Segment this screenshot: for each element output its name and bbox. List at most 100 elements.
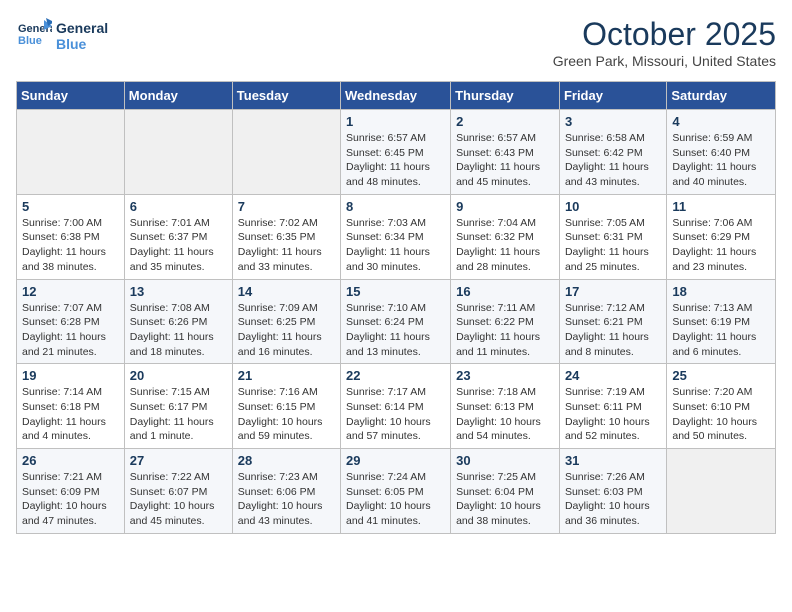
- day-info: Sunrise: 7:09 AM Sunset: 6:25 PM Dayligh…: [238, 301, 335, 360]
- day-info: Sunrise: 7:23 AM Sunset: 6:06 PM Dayligh…: [238, 470, 335, 529]
- day-info: Sunrise: 6:59 AM Sunset: 6:40 PM Dayligh…: [672, 131, 770, 190]
- day-cell: 24 Sunrise: 7:19 AM Sunset: 6:11 PM Dayli…: [559, 364, 666, 449]
- day-info: Sunrise: 7:25 AM Sunset: 6:04 PM Dayligh…: [456, 470, 554, 529]
- day-number: 30: [456, 453, 554, 468]
- day-cell: 17Sunrise: 7:12 AM Sunset: 6:21 PM Dayli…: [559, 279, 666, 364]
- day-number: 18: [672, 284, 770, 299]
- day-info: Sunrise: 7:03 AM Sunset: 6:34 PM Dayligh…: [346, 216, 445, 275]
- day-info: Sunrise: 7:17 AM Sunset: 6:14 PM Dayligh…: [346, 385, 445, 444]
- day-info: Sunrise: 7:26 AM Sunset: 6:03 PM Dayligh…: [565, 470, 661, 529]
- weekday-header-thursday: Thursday: [451, 82, 560, 110]
- day-number: 25: [672, 368, 770, 383]
- day-number: 24: [565, 368, 661, 383]
- day-cell: [232, 110, 340, 195]
- day-info: Sunrise: 7:02 AM Sunset: 6:35 PM Dayligh…: [238, 216, 335, 275]
- week-row-1: 1 Sunrise: 6:57 AM Sunset: 6:45 PM Daylig…: [17, 110, 776, 195]
- title-block: October 2025 Green Park, Missouri, Unite…: [553, 16, 776, 69]
- calendar-table: SundayMondayTuesdayWednesdayThursdayFrid…: [16, 81, 776, 534]
- week-row-5: 26Sunrise: 7:21 AM Sunset: 6:09 PM Dayli…: [17, 449, 776, 534]
- day-info: Sunrise: 7:14 AM Sunset: 6:18 PM Dayligh…: [22, 385, 119, 444]
- day-cell: [17, 110, 125, 195]
- day-cell: 13 Sunrise: 7:08 AM Sunset: 6:26 PM Dayli…: [124, 279, 232, 364]
- day-info: Sunrise: 7:24 AM Sunset: 6:05 PM Dayligh…: [346, 470, 445, 529]
- day-cell: 18Sunrise: 7:13 AM Sunset: 6:19 PM Dayli…: [667, 279, 776, 364]
- day-number: 27: [130, 453, 227, 468]
- day-cell: 7 Sunrise: 7:02 AM Sunset: 6:35 PM Daylig…: [232, 194, 340, 279]
- day-cell: 30 Sunrise: 7:25 AM Sunset: 6:04 PM Dayli…: [451, 449, 560, 534]
- day-number: 2: [456, 114, 554, 129]
- day-info: Sunrise: 7:07 AM Sunset: 6:28 PM Dayligh…: [22, 301, 119, 360]
- day-cell: 6Sunrise: 7:01 AM Sunset: 6:37 PM Daylig…: [124, 194, 232, 279]
- day-cell: 29 Sunrise: 7:24 AM Sunset: 6:05 PM Dayli…: [341, 449, 451, 534]
- day-cell: 20Sunrise: 7:15 AM Sunset: 6:17 PM Dayli…: [124, 364, 232, 449]
- day-number: 7: [238, 199, 335, 214]
- day-cell: 14 Sunrise: 7:09 AM Sunset: 6:25 PM Dayli…: [232, 279, 340, 364]
- day-number: 6: [130, 199, 227, 214]
- day-number: 14: [238, 284, 335, 299]
- page-header: General Blue General Blue October 2025 G…: [16, 16, 776, 69]
- day-number: 31: [565, 453, 661, 468]
- day-info: Sunrise: 7:04 AM Sunset: 6:32 PM Dayligh…: [456, 216, 554, 275]
- day-number: 5: [22, 199, 119, 214]
- day-info: Sunrise: 7:06 AM Sunset: 6:29 PM Dayligh…: [672, 216, 770, 275]
- day-number: 11: [672, 199, 770, 214]
- weekday-header-friday: Friday: [559, 82, 666, 110]
- day-info: Sunrise: 7:00 AM Sunset: 6:38 PM Dayligh…: [22, 216, 119, 275]
- day-info: Sunrise: 7:08 AM Sunset: 6:26 PM Dayligh…: [130, 301, 227, 360]
- day-cell: 12 Sunrise: 7:07 AM Sunset: 6:28 PM Dayli…: [17, 279, 125, 364]
- day-number: 1: [346, 114, 445, 129]
- day-cell: 15Sunrise: 7:10 AM Sunset: 6:24 PM Dayli…: [341, 279, 451, 364]
- weekday-header-tuesday: Tuesday: [232, 82, 340, 110]
- day-info: Sunrise: 6:57 AM Sunset: 6:43 PM Dayligh…: [456, 131, 554, 190]
- week-row-4: 19 Sunrise: 7:14 AM Sunset: 6:18 PM Dayli…: [17, 364, 776, 449]
- day-info: Sunrise: 7:21 AM Sunset: 6:09 PM Dayligh…: [22, 470, 119, 529]
- day-number: 28: [238, 453, 335, 468]
- day-number: 16: [456, 284, 554, 299]
- svg-text:Blue: Blue: [18, 35, 42, 47]
- day-cell: 28 Sunrise: 7:23 AM Sunset: 6:06 PM Dayli…: [232, 449, 340, 534]
- day-number: 12: [22, 284, 119, 299]
- day-number: 23: [456, 368, 554, 383]
- day-cell: 25Sunrise: 7:20 AM Sunset: 6:10 PM Dayli…: [667, 364, 776, 449]
- day-cell: 9Sunrise: 7:04 AM Sunset: 6:32 PM Daylig…: [451, 194, 560, 279]
- location: Green Park, Missouri, United States: [553, 53, 776, 69]
- day-number: 21: [238, 368, 335, 383]
- logo-icon: General Blue: [16, 16, 52, 52]
- day-cell: 8 Sunrise: 7:03 AM Sunset: 6:34 PM Daylig…: [341, 194, 451, 279]
- day-info: Sunrise: 6:57 AM Sunset: 6:45 PM Dayligh…: [346, 131, 445, 190]
- day-number: 13: [130, 284, 227, 299]
- day-number: 29: [346, 453, 445, 468]
- logo: General Blue General Blue: [16, 16, 108, 57]
- day-info: Sunrise: 7:16 AM Sunset: 6:15 PM Dayligh…: [238, 385, 335, 444]
- logo-line1: General: [56, 21, 108, 36]
- day-number: 8: [346, 199, 445, 214]
- day-cell: 5 Sunrise: 7:00 AM Sunset: 6:38 PM Daylig…: [17, 194, 125, 279]
- day-info: Sunrise: 6:58 AM Sunset: 6:42 PM Dayligh…: [565, 131, 661, 190]
- day-cell: 2 Sunrise: 6:57 AM Sunset: 6:43 PM Daylig…: [451, 110, 560, 195]
- weekday-header-row: SundayMondayTuesdayWednesdayThursdayFrid…: [17, 82, 776, 110]
- day-cell: 26Sunrise: 7:21 AM Sunset: 6:09 PM Dayli…: [17, 449, 125, 534]
- logo-line2: Blue: [56, 37, 108, 52]
- day-number: 20: [130, 368, 227, 383]
- day-number: 4: [672, 114, 770, 129]
- week-row-2: 5 Sunrise: 7:00 AM Sunset: 6:38 PM Daylig…: [17, 194, 776, 279]
- day-info: Sunrise: 7:22 AM Sunset: 6:07 PM Dayligh…: [130, 470, 227, 529]
- day-cell: 31 Sunrise: 7:26 AM Sunset: 6:03 PM Dayli…: [559, 449, 666, 534]
- day-info: Sunrise: 7:12 AM Sunset: 6:21 PM Dayligh…: [565, 301, 661, 360]
- day-info: Sunrise: 7:19 AM Sunset: 6:11 PM Dayligh…: [565, 385, 661, 444]
- day-cell: 10 Sunrise: 7:05 AM Sunset: 6:31 PM Dayli…: [559, 194, 666, 279]
- weekday-header-saturday: Saturday: [667, 82, 776, 110]
- weekday-header-monday: Monday: [124, 82, 232, 110]
- day-cell: 11 Sunrise: 7:06 AM Sunset: 6:29 PM Dayli…: [667, 194, 776, 279]
- day-number: 10: [565, 199, 661, 214]
- month-title: October 2025: [553, 16, 776, 53]
- day-cell: 23Sunrise: 7:18 AM Sunset: 6:13 PM Dayli…: [451, 364, 560, 449]
- day-cell: 22 Sunrise: 7:17 AM Sunset: 6:14 PM Dayli…: [341, 364, 451, 449]
- day-number: 22: [346, 368, 445, 383]
- day-info: Sunrise: 7:05 AM Sunset: 6:31 PM Dayligh…: [565, 216, 661, 275]
- day-cell: 4 Sunrise: 6:59 AM Sunset: 6:40 PM Daylig…: [667, 110, 776, 195]
- day-cell: 3Sunrise: 6:58 AM Sunset: 6:42 PM Daylig…: [559, 110, 666, 195]
- weekday-header-wednesday: Wednesday: [341, 82, 451, 110]
- day-number: 19: [22, 368, 119, 383]
- day-cell: 27 Sunrise: 7:22 AM Sunset: 6:07 PM Dayli…: [124, 449, 232, 534]
